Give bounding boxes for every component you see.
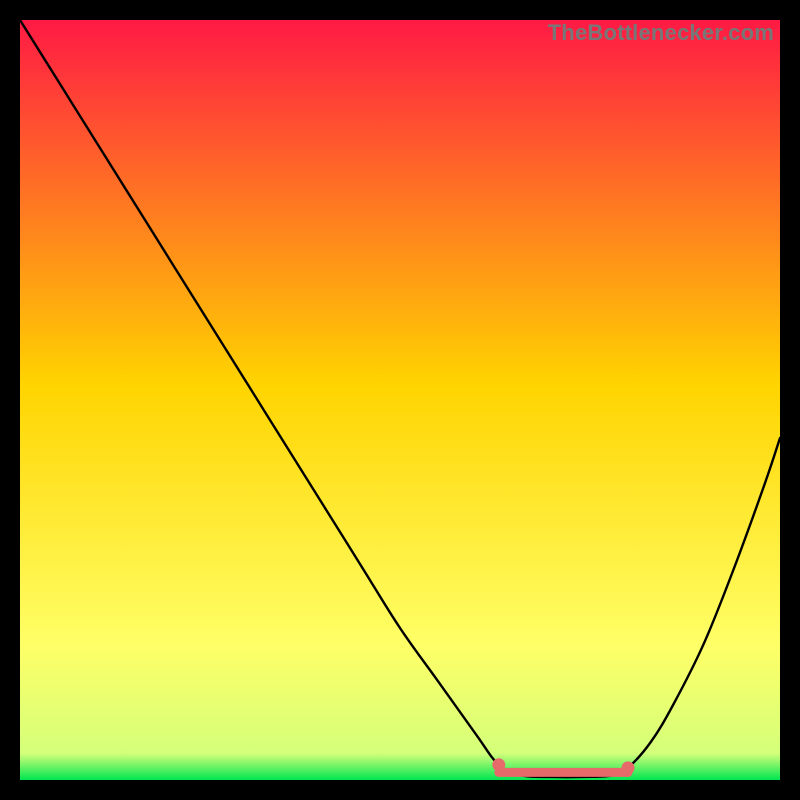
marker-start — [492, 758, 505, 771]
attribution-text: TheBottlenecker.com — [548, 20, 774, 46]
gradient-background — [20, 20, 780, 780]
chart-frame: TheBottlenecker.com — [20, 20, 780, 780]
marker-end — [622, 761, 635, 774]
bottleneck-plot — [20, 20, 780, 780]
